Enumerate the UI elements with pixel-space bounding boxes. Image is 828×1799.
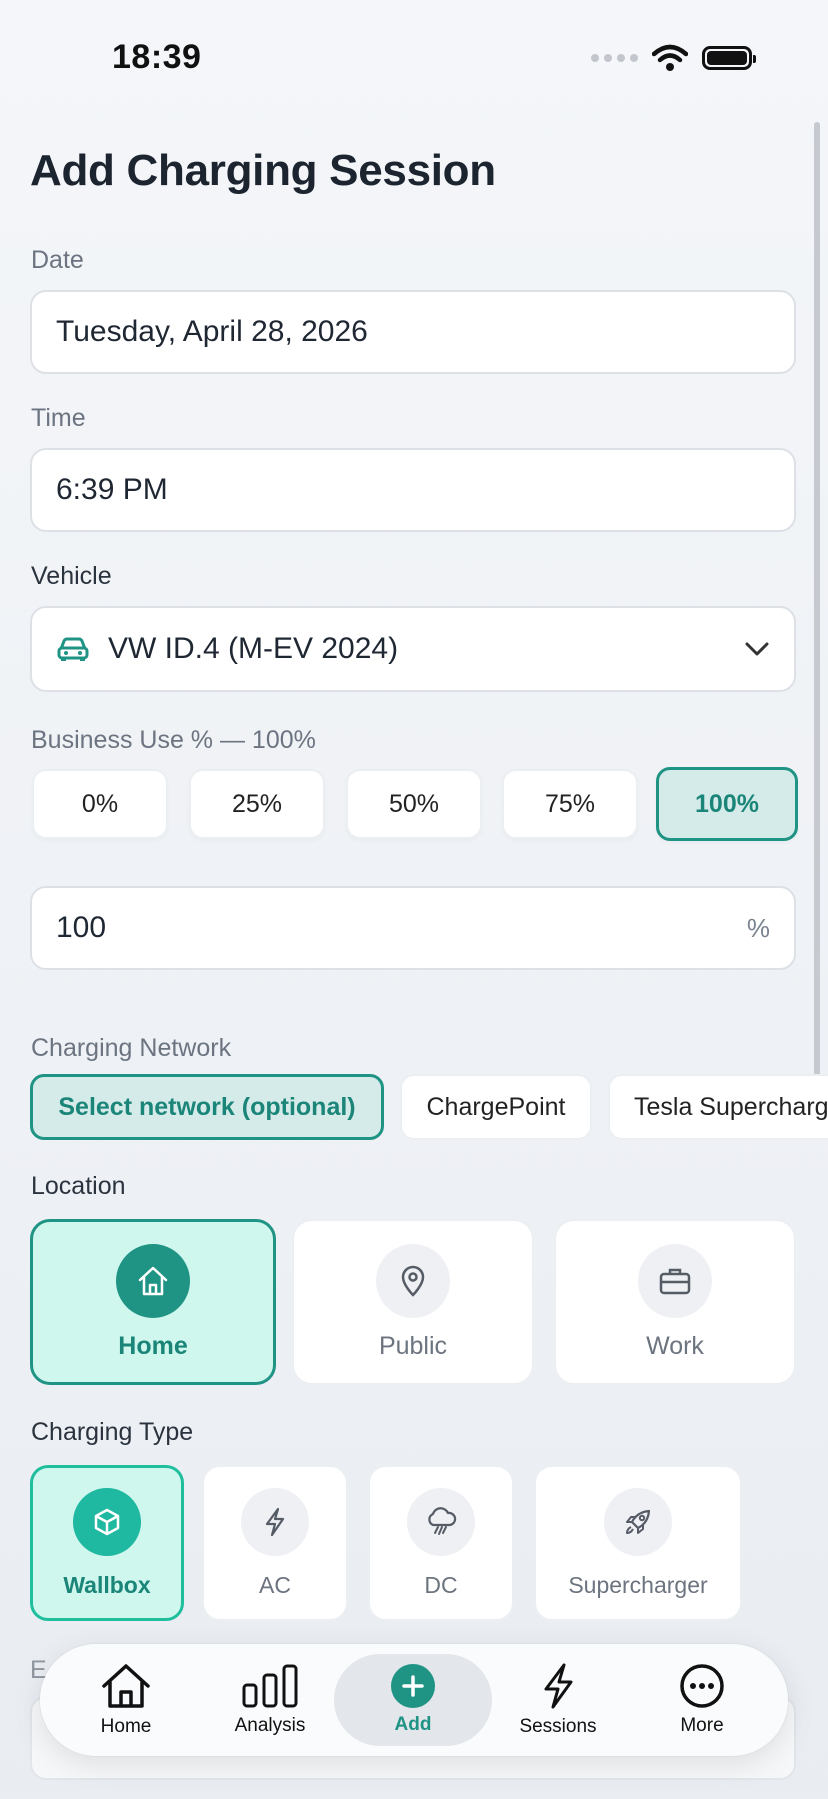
home-icon <box>102 1664 150 1708</box>
charging-type-supercharger-label: Supercharger <box>568 1571 708 1598</box>
status-time: 18:39 <box>112 38 202 76</box>
page-title: Add Charging Session <box>30 146 496 195</box>
tab-analysis-label: Analysis <box>234 1715 306 1736</box>
business-percent-value: 100 <box>56 911 107 944</box>
business-option-100[interactable]: 100% <box>656 767 798 841</box>
tab-more-label: More <box>680 1715 724 1736</box>
rocket-icon <box>626 1509 651 1534</box>
tab-home-label: Home <box>100 1716 152 1737</box>
tab-add[interactable]: Add <box>334 1654 492 1746</box>
charging-type-ac[interactable]: AC <box>202 1465 348 1621</box>
wifi-icon <box>652 44 688 71</box>
network-option-tesla[interactable]: Tesla Supercharg <box>608 1074 828 1140</box>
tab-home[interactable]: Home <box>56 1654 196 1746</box>
home-icon <box>138 1266 168 1295</box>
charging-type-wallbox-label: Wallbox <box>63 1571 151 1598</box>
briefcase-icon <box>659 1268 691 1294</box>
location-public[interactable]: Public <box>292 1219 534 1385</box>
scrollbar[interactable] <box>814 122 820 1102</box>
business-option-75[interactable]: 75% <box>502 769 638 839</box>
tab-analysis[interactable]: Analysis <box>200 1654 340 1746</box>
percent-unit: % <box>746 912 770 943</box>
network-option-none[interactable]: Select network (optional) <box>30 1074 384 1140</box>
status-icons <box>591 44 756 72</box>
box-icon <box>94 1508 120 1535</box>
tab-add-label: Add <box>394 1714 432 1735</box>
date-value: Tuesday, April 28, 2026 <box>56 315 368 348</box>
location-work[interactable]: Work <box>554 1219 796 1385</box>
bolt-icon <box>265 1507 285 1536</box>
business-option-25[interactable]: 25% <box>189 769 325 839</box>
charging-type-wallbox[interactable]: Wallbox <box>30 1465 184 1621</box>
tab-more[interactable]: More <box>632 1654 772 1746</box>
time-field[interactable]: 6:39 PM <box>30 448 796 532</box>
business-option-0[interactable]: 0% <box>32 769 168 839</box>
bolt-icon <box>544 1663 573 1709</box>
battery-icon <box>702 46 756 70</box>
network-option-chargepoint[interactable]: ChargePoint <box>400 1074 592 1140</box>
storm-icon <box>428 1506 457 1535</box>
date-label: Date <box>31 246 84 274</box>
date-field[interactable]: Tuesday, April 28, 2026 <box>30 290 796 374</box>
plus-icon <box>391 1664 435 1708</box>
vehicle-value: VW ID.4 (M-EV 2024) <box>108 632 399 665</box>
time-value: 6:39 PM <box>56 473 168 506</box>
location-home[interactable]: Home <box>30 1219 276 1385</box>
business-option-50[interactable]: 50% <box>346 769 482 839</box>
charging-type-dc[interactable]: DC <box>368 1465 514 1621</box>
charging-type-label: Charging Type <box>31 1418 194 1446</box>
car-icon <box>57 637 89 661</box>
bar-chart-icon <box>242 1664 298 1708</box>
location-work-label: Work <box>646 1331 704 1360</box>
location-label: Location <box>31 1172 126 1200</box>
business-percent-input[interactable]: 100 % <box>30 886 796 970</box>
charging-type-supercharger[interactable]: Supercharger <box>534 1465 742 1621</box>
location-public-label: Public <box>378 1331 448 1360</box>
charging-type-dc-label: DC <box>424 1571 458 1598</box>
network-label: Charging Network <box>31 1034 232 1062</box>
time-label: Time <box>31 404 86 432</box>
more-icon <box>680 1664 724 1708</box>
charging-type-ac-label: AC <box>259 1571 291 1598</box>
chevron-down-icon <box>745 642 769 656</box>
map-pin-icon <box>401 1265 425 1297</box>
vehicle-select[interactable]: VW ID.4 (M-EV 2024) <box>30 606 796 692</box>
tab-sessions[interactable]: Sessions <box>488 1654 628 1746</box>
business-use-label: Business Use % — 100% <box>31 726 316 754</box>
vehicle-label: Vehicle <box>31 562 112 590</box>
tab-sessions-label: Sessions <box>519 1716 597 1737</box>
location-home-label: Home <box>118 1331 188 1360</box>
signal-icon <box>591 54 638 62</box>
